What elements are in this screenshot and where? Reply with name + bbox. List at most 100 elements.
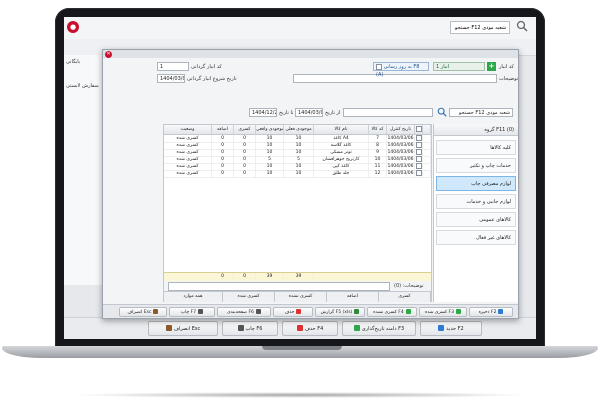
page-setup-button[interactable]: صفحه‌بندی F6	[217, 307, 271, 317]
excel-icon	[354, 309, 360, 314]
inventory-dialog: ✕ + انبار 1 کد انبار توضیحات به روز رسان…	[102, 49, 519, 319]
column-header[interactable]: اضافه	[212, 125, 234, 135]
save-button[interactable]: ذخیره F2	[469, 307, 513, 317]
table-cell: 10	[369, 156, 387, 163]
checkbox-icon[interactable]	[415, 142, 422, 148]
row-checkbox[interactable]	[415, 142, 423, 149]
category-item[interactable]: کالاهای غیر فعال	[436, 230, 516, 245]
tab-surplus[interactable]: اضافه	[327, 292, 379, 302]
table-cell	[423, 135, 431, 142]
column-header[interactable]	[415, 125, 423, 135]
table-cell: 0	[234, 142, 256, 149]
checkbox-icon	[376, 63, 382, 70]
column-header[interactable]: موجودی واقعی	[256, 125, 284, 135]
table-cell: 0	[212, 142, 234, 149]
checkbox-icon[interactable]	[415, 163, 422, 169]
from-date-label: از تاریخ	[325, 110, 341, 116]
category-item-selected[interactable]: لوازم مصرفی چاپ	[436, 176, 516, 191]
search-icon[interactable]	[437, 107, 447, 117]
tab-checked[interactable]: کسری شده	[223, 292, 275, 302]
row-checkbox[interactable]	[415, 170, 423, 177]
description-footer: توضیحات: (0)	[164, 281, 431, 291]
add-stock-button[interactable]: +	[487, 62, 496, 71]
serial-field[interactable]: 1	[157, 62, 189, 71]
column-header[interactable]: کسری	[234, 125, 256, 135]
laptop-base	[2, 346, 598, 358]
tab-all[interactable]: همه موارد	[164, 292, 223, 302]
mark-unchecked-button[interactable]: کسری نشده F4	[367, 307, 417, 317]
column-header[interactable]: موجودی فعلی	[284, 125, 314, 135]
column-header[interactable]: وضعیت	[164, 125, 212, 135]
checkbox-icon[interactable]	[415, 149, 422, 155]
mark-checked-button[interactable]: کسری شده F3	[419, 307, 467, 317]
category-item[interactable]: کلیه کالاها	[436, 140, 516, 155]
table-cell: 0	[212, 149, 234, 156]
category-item[interactable]: لوازم جانبی و خدمات	[436, 194, 516, 209]
cancel-button[interactable]: انصراف Esc	[119, 307, 167, 317]
print-icon	[255, 309, 261, 314]
column-header[interactable]: کد کالا	[369, 125, 387, 135]
plus-icon	[438, 325, 445, 331]
select-all-checkbox[interactable]	[415, 125, 422, 132]
table-cell: 8	[369, 142, 387, 149]
table-cell: 0	[212, 156, 234, 163]
row-checkbox[interactable]	[415, 156, 423, 163]
column-header[interactable]	[423, 125, 431, 135]
print-dialog-button[interactable]: چاپ F7	[169, 307, 215, 317]
tab-unchecked[interactable]: کسری نشده	[275, 292, 327, 302]
filter-search-field[interactable]: جستجو F12 شعبه مودی	[449, 108, 513, 117]
row-checkbox[interactable]	[415, 135, 423, 142]
to-date-field[interactable]: 1404/12/29	[249, 108, 277, 117]
checkbox-icon[interactable]	[415, 135, 422, 141]
table-cell: 5	[256, 156, 284, 163]
column-header[interactable]: تاریخ کنترل	[387, 125, 415, 135]
table-cell: 1404/03/06	[387, 142, 415, 149]
category-item[interactable]: خدمات چاپ و تکثیر	[436, 158, 516, 173]
close-icon[interactable]: ✕	[105, 51, 112, 58]
checkbox-icon[interactable]	[415, 170, 422, 176]
sidebar-item[interactable]: سفارش لابستی	[66, 83, 99, 89]
tab-shortage[interactable]: کسری	[379, 292, 431, 302]
table-cell	[423, 149, 431, 156]
description-footer-field[interactable]	[168, 282, 390, 291]
excel-report-button[interactable]: گزارش F5 (xls)	[315, 307, 365, 317]
row-checkbox[interactable]	[415, 163, 423, 170]
search-icon[interactable]	[516, 20, 528, 32]
table-cell: کسری شده	[164, 163, 212, 170]
delete-row-button[interactable]: حذف	[273, 307, 313, 317]
table-cell: 10	[256, 142, 284, 149]
table-cell: 10	[284, 170, 314, 177]
background-sidebar: بایگانی سفارش لابستی	[64, 55, 103, 285]
print-button[interactable]: چاپ F6	[222, 321, 278, 336]
new-button[interactable]: جدید F2	[420, 321, 482, 336]
checkbox-icon[interactable]	[415, 156, 422, 162]
table-cell	[423, 142, 431, 149]
laptop-lid: ● جستجو F12 شعبه مودی بایگانی سفارش لابس…	[55, 8, 545, 348]
category-panel: گروه F11 (0) کلیه کالاها خدمات چاپ و تکث…	[433, 124, 518, 302]
total-shortage: 0	[234, 273, 256, 281]
stock-chip[interactable]: انبار 1	[433, 62, 485, 71]
category-item[interactable]: کالاهای عمومی	[436, 212, 516, 227]
row-checkbox[interactable]	[415, 149, 423, 156]
column-header[interactable]: نام کالا	[314, 125, 369, 135]
date-range-button[interactable]: دامنه تاریخ‌گذاری F3	[342, 321, 416, 336]
table-cell: کسری شده	[164, 135, 212, 142]
exit-button[interactable]: انصراف Esc	[148, 321, 218, 336]
total-real: 39	[256, 273, 284, 281]
description-field[interactable]	[293, 74, 497, 83]
table-cell: 10	[256, 149, 284, 156]
background-search-input[interactable]: جستجو F12 شعبه مودی	[450, 21, 510, 34]
table-cell: کاغذ گلاسه	[314, 142, 369, 149]
table-row[interactable]: 1404/03/06 12 جلد طلق 10 10 0 0 کسری شده	[164, 170, 431, 178]
from-date-field[interactable]: 1404/03/01	[295, 108, 323, 117]
update-checkbox[interactable]: به روز رسانی F8 (A)	[373, 62, 429, 78]
background-footer-bar: جدید F2 دامنه تاریخ‌گذاری F3 حذف F4 چاپ …	[64, 317, 536, 339]
table-cell: 10	[284, 142, 314, 149]
table-cell: 7	[369, 135, 387, 142]
delete-button[interactable]: حذف F4	[282, 321, 338, 336]
start-date-field[interactable]: 1404/03/06	[157, 74, 185, 83]
totals-row: 39 39 0 0	[164, 272, 431, 281]
category-header[interactable]: گروه F11 (0)	[434, 124, 518, 136]
filter-combo[interactable]	[343, 108, 433, 117]
table-cell: 1404/03/06	[387, 163, 415, 170]
